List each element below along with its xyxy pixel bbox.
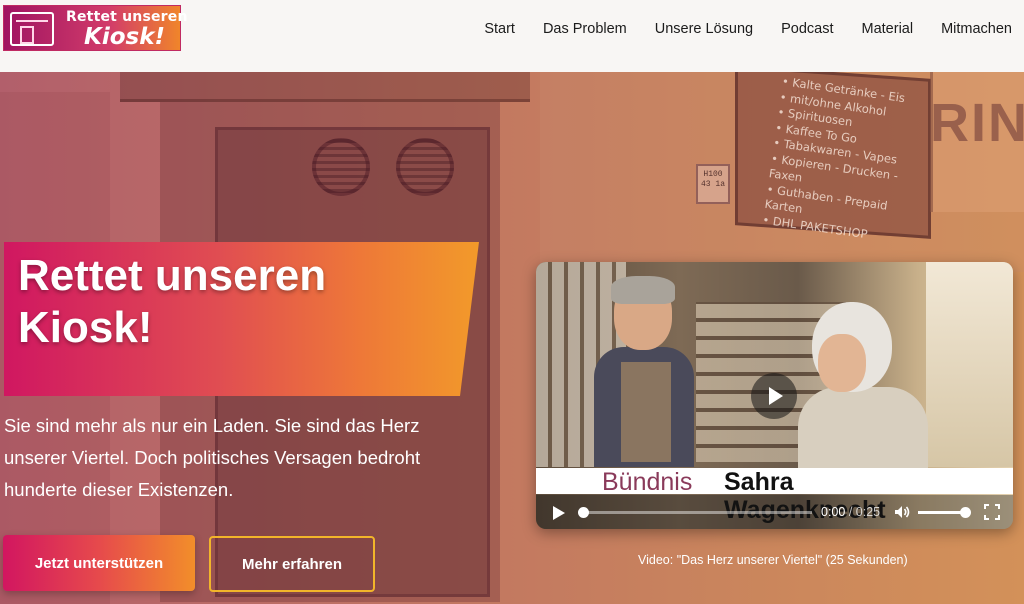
video-man-hair — [611, 276, 675, 304]
signboard-list: Kalte Getränke - Eis mit/ohne Alkohol Sp… — [761, 74, 931, 248]
nav-item-start[interactable]: Start — [484, 21, 515, 37]
nav-item-podcast[interactable]: Podcast — [781, 21, 833, 37]
video-woman-face — [818, 334, 866, 392]
storefront-letters: RIN — [930, 93, 1024, 153]
duration: 0:25 — [855, 505, 881, 519]
current-time: 0:00 — [821, 505, 846, 519]
progress-bar[interactable] — [582, 511, 812, 514]
volume-handle[interactable] — [960, 507, 971, 518]
house-number-plate: H100 43 1a — [696, 164, 730, 204]
lower-third-word-1: Bündnis — [602, 468, 693, 496]
kiosk-icon — [10, 12, 54, 46]
main-nav: Start Das Problem Unsere Lösung Podcast … — [456, 21, 1012, 37]
video-woman-body — [798, 387, 928, 477]
fullscreen-icon[interactable] — [984, 504, 1000, 520]
kiosk-canopy — [120, 72, 530, 102]
video-man-apron — [621, 362, 671, 462]
nav-item-material[interactable]: Material — [862, 21, 914, 37]
hero-intro-text: Sie sind mehr als nur ein Laden. Sie sin… — [4, 415, 421, 500]
progress-handle[interactable] — [578, 507, 589, 518]
play-icon[interactable] — [553, 506, 565, 520]
nav-item-das-problem[interactable]: Das Problem — [543, 21, 627, 37]
volume-icon[interactable] — [894, 504, 910, 520]
video-caption: Video: "Das Herz unserer Viertel" (25 Se… — [638, 553, 908, 567]
site-header: Rettet unseren Kiosk! Start Das Problem … — [0, 0, 1024, 72]
volume-slider[interactable] — [918, 511, 966, 514]
lower-third-word-2: Sahra — [724, 468, 794, 496]
video-street — [926, 262, 1013, 467]
support-button[interactable]: Jetzt unterstützen — [3, 535, 195, 591]
site-logo[interactable]: Rettet unseren Kiosk! — [3, 5, 187, 51]
learn-more-button[interactable]: Mehr erfahren — [209, 536, 375, 592]
nav-item-mitmachen[interactable]: Mitmachen — [941, 21, 1012, 37]
video-player[interactable]: Bündnis Sahra Wagenknecht 0:00 / 0:25 — [536, 262, 1013, 529]
logo-text-line2: Kiosk! — [84, 24, 165, 50]
big-play-icon[interactable] — [751, 373, 797, 419]
vent-left — [312, 138, 370, 196]
time-separator: / — [848, 505, 853, 519]
vent-right — [396, 138, 454, 196]
logo-text-line1: Rettet unseren — [66, 9, 188, 25]
page-title: Rettet unseren Kiosk! — [18, 251, 327, 352]
nav-item-unsere-loesung[interactable]: Unsere Lösung — [655, 21, 753, 37]
time-display: 0:00 / 0:25 — [821, 505, 880, 519]
video-controls: 0:00 / 0:25 — [536, 495, 1013, 529]
